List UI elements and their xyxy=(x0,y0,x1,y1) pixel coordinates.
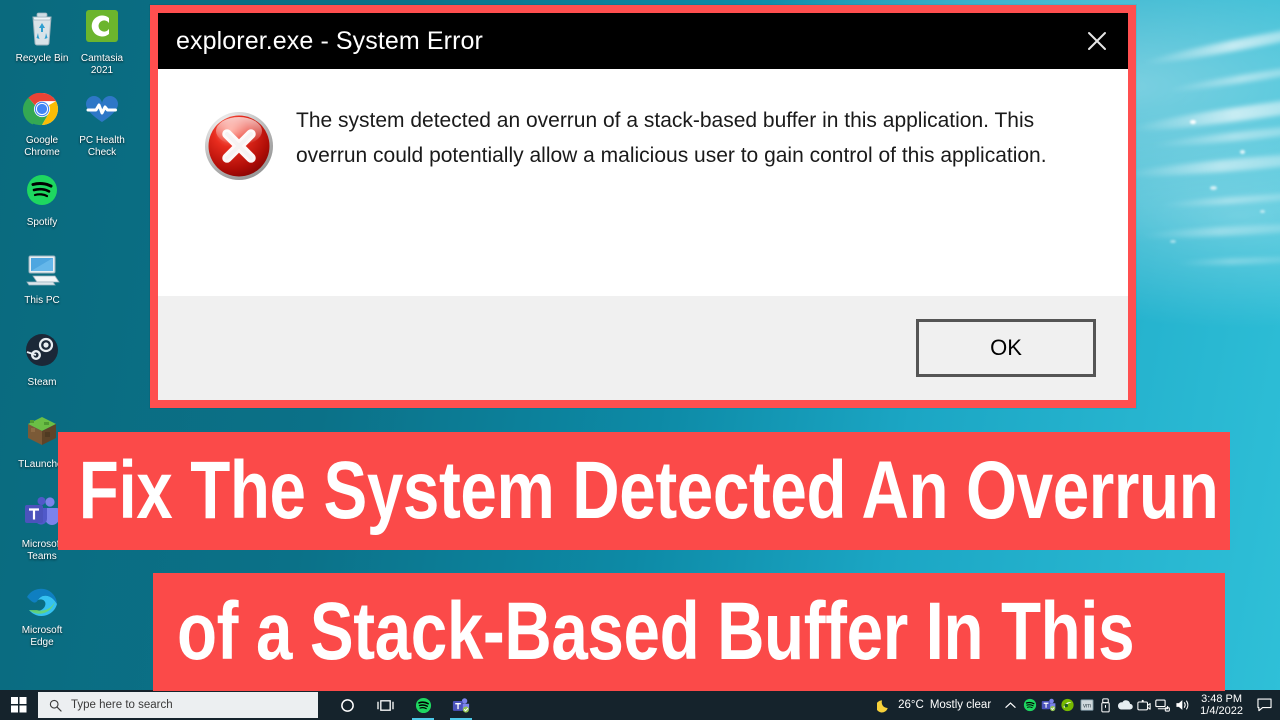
moon-icon xyxy=(877,699,888,712)
dialog-body: The system detected an overrun of a stac… xyxy=(158,69,1128,296)
desktop-icon-label: Spotify xyxy=(26,217,58,228)
wave-streak xyxy=(1159,190,1280,209)
wave-sparkle xyxy=(1260,210,1265,213)
wave-sparkle xyxy=(1190,120,1196,124)
clock-time: 3:48 PM xyxy=(1201,693,1243,705)
wave-streak xyxy=(1141,14,1280,69)
weather-temperature: 26°C xyxy=(898,699,924,711)
wave-streak xyxy=(1165,57,1280,95)
spotify-tray-icon[interactable] xyxy=(1020,690,1039,720)
camera-tray-icon[interactable] xyxy=(1134,690,1153,720)
dialog-title: explorer.exe - System Error xyxy=(176,26,483,55)
spotify-icon xyxy=(20,170,64,214)
desktop-icon-microsoft-edge[interactable]: Microsoft Edge xyxy=(6,578,78,648)
camtasia-icon xyxy=(80,6,124,50)
desktop-icon-label: PC Health Check xyxy=(79,135,125,158)
wave-sparkle xyxy=(1210,186,1217,190)
desktop-icon-label: Steam xyxy=(27,377,57,388)
wave-sparkle xyxy=(1170,240,1176,243)
wave-streak xyxy=(1124,147,1280,181)
wave-streak xyxy=(1139,220,1280,241)
search-input[interactable]: Type here to search xyxy=(38,692,318,718)
start-button[interactable] xyxy=(0,690,38,720)
search-icon xyxy=(49,699,62,712)
dialog-inner: explorer.exe - System Error The system d… xyxy=(158,13,1128,400)
taskbar-item-spotify[interactable] xyxy=(404,690,442,720)
caption-banner-line2: of a Stack-Based Buffer In This xyxy=(153,573,1225,691)
ok-button[interactable]: OK xyxy=(916,319,1096,377)
desktop-icon-spotify[interactable]: Spotify xyxy=(6,170,78,229)
search-placeholder: Type here to search xyxy=(71,699,173,711)
close-icon[interactable] xyxy=(1066,13,1128,69)
error-icon xyxy=(202,99,278,296)
taskbar: Type here to search 26°C Mostly clear vm… xyxy=(0,690,1280,720)
teams-tray-icon[interactable] xyxy=(1039,690,1058,720)
wave-sparkle xyxy=(1240,150,1245,154)
edge-icon xyxy=(20,578,64,622)
taskbar-item-teams[interactable] xyxy=(442,690,480,720)
caption-text-line2: of a Stack-Based Buffer In This xyxy=(177,586,1135,677)
caption-text-line1: Fix The System Detected An Overrun xyxy=(78,445,1219,536)
svg-text:vm: vm xyxy=(1083,703,1091,709)
action-center-icon[interactable] xyxy=(1252,690,1276,720)
weather-widget[interactable]: 26°C Mostly clear xyxy=(873,698,1001,713)
vm-tray-icon[interactable]: vm xyxy=(1077,690,1096,720)
show-hidden-icons-chevron-icon[interactable] xyxy=(1001,690,1020,720)
dialog-message: The system detected an overrun of a stac… xyxy=(296,109,1047,167)
dialog-title-bar: explorer.exe - System Error xyxy=(158,13,1128,69)
steam-icon xyxy=(20,330,64,374)
nvidia-tray-icon[interactable] xyxy=(1058,690,1077,720)
pc-health-check-icon xyxy=(80,88,124,132)
desktop-icon-label: This PC xyxy=(24,295,60,306)
desktop-icon-label: Camtasia 2021 xyxy=(80,53,124,76)
weather-condition: Mostly clear xyxy=(929,699,992,711)
chrome-icon xyxy=(20,88,64,132)
desktop-icon-pc-health-check[interactable]: PC Health Check xyxy=(66,88,138,158)
task-view-icon[interactable] xyxy=(366,690,404,720)
wave-streak xyxy=(1130,85,1280,137)
caption-banner-line1: Fix The System Detected An Overrun xyxy=(58,432,1230,550)
usb-tray-icon[interactable] xyxy=(1096,690,1115,720)
wave-streak xyxy=(1174,255,1280,267)
volume-tray-icon[interactable] xyxy=(1172,690,1193,720)
taskbar-clock[interactable]: 3:48 PM 1/4/2022 xyxy=(1193,690,1252,720)
recycle-bin-icon xyxy=(20,6,64,50)
network-tray-icon[interactable] xyxy=(1153,690,1172,720)
desktop-icon-steam[interactable]: Steam xyxy=(6,330,78,389)
desktop-icon-label: Microsoft Edge xyxy=(21,625,63,648)
this-pc-icon xyxy=(20,248,64,292)
system-tray: 26°C Mostly clear vm 3:48 PM 1/4/2022 xyxy=(873,690,1280,720)
system-error-dialog: explorer.exe - System Error The system d… xyxy=(150,5,1136,408)
desktop-icon-this-pc[interactable]: This PC xyxy=(6,248,78,307)
desktop-icon-camtasia-2021[interactable]: Camtasia 2021 xyxy=(66,6,138,76)
clock-date: 1/4/2022 xyxy=(1200,705,1243,717)
cortana-icon[interactable] xyxy=(328,690,366,720)
onedrive-tray-icon[interactable] xyxy=(1115,690,1134,720)
dialog-footer: OK xyxy=(158,296,1128,400)
